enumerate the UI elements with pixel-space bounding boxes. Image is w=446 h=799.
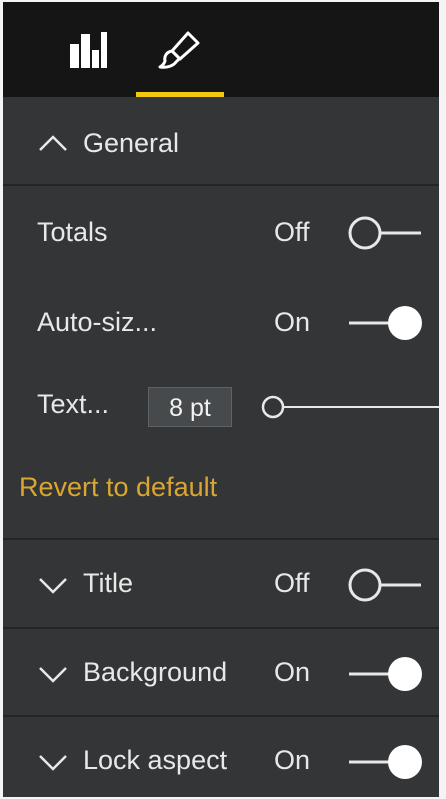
toggle-knob[interactable] [388,306,422,340]
format-pane: General Totals Off Auto-siz... On Text..… [3,2,439,797]
tab-format[interactable] [136,2,226,97]
divider [3,184,439,186]
revert-to-default-link[interactable]: Revert to default [19,472,217,503]
autosize-state: On [274,307,311,337]
textsize-label: Text... [37,389,110,419]
toggle-knob[interactable] [388,657,422,691]
paintbrush-icon [158,31,200,69]
pane-tab-bar [3,2,439,97]
section-lock-aspect-header[interactable]: Lock aspect On [3,717,439,797]
chevron-down-icon [39,755,67,771]
active-tab-indicator [136,92,224,97]
lock-aspect-toggle[interactable] [347,742,423,782]
section-title-label: Title [83,568,134,598]
chevron-down-icon [39,578,67,594]
chevron-up-icon [39,135,67,151]
section-title-state: Off [274,568,310,598]
title-toggle[interactable] [347,565,423,605]
background-toggle[interactable] [347,654,423,694]
textsize-row: Text... 8 pt [3,362,439,442]
tab-fields[interactable] [43,2,133,97]
autosize-row: Auto-siz... On [3,282,439,362]
totals-state: Off [274,217,310,247]
totals-label: Totals [37,217,108,247]
autosize-toggle[interactable] [347,303,423,343]
chevron-down-icon [39,667,67,683]
section-lock-aspect-label: Lock aspect [83,745,228,775]
textsize-slider[interactable] [261,392,439,422]
section-lock-aspect-state: On [274,745,311,775]
textsize-input[interactable]: 8 pt [148,387,232,427]
section-background-state: On [274,657,311,687]
autosize-label: Auto-siz... [37,307,158,337]
section-general-label: General [83,128,180,158]
section-background-label: Background [83,657,228,687]
totals-toggle[interactable] [347,213,423,253]
toggle-knob[interactable] [348,568,382,602]
totals-row: Totals Off [3,192,439,272]
slider-thumb[interactable] [261,395,285,419]
section-general-header[interactable]: General [3,99,439,187]
section-title-header[interactable]: Title Off [3,540,439,628]
bar-chart-icon [70,31,107,68]
toggle-knob[interactable] [348,216,382,250]
toggle-knob[interactable] [388,745,422,779]
section-background-header[interactable]: Background On [3,629,439,717]
